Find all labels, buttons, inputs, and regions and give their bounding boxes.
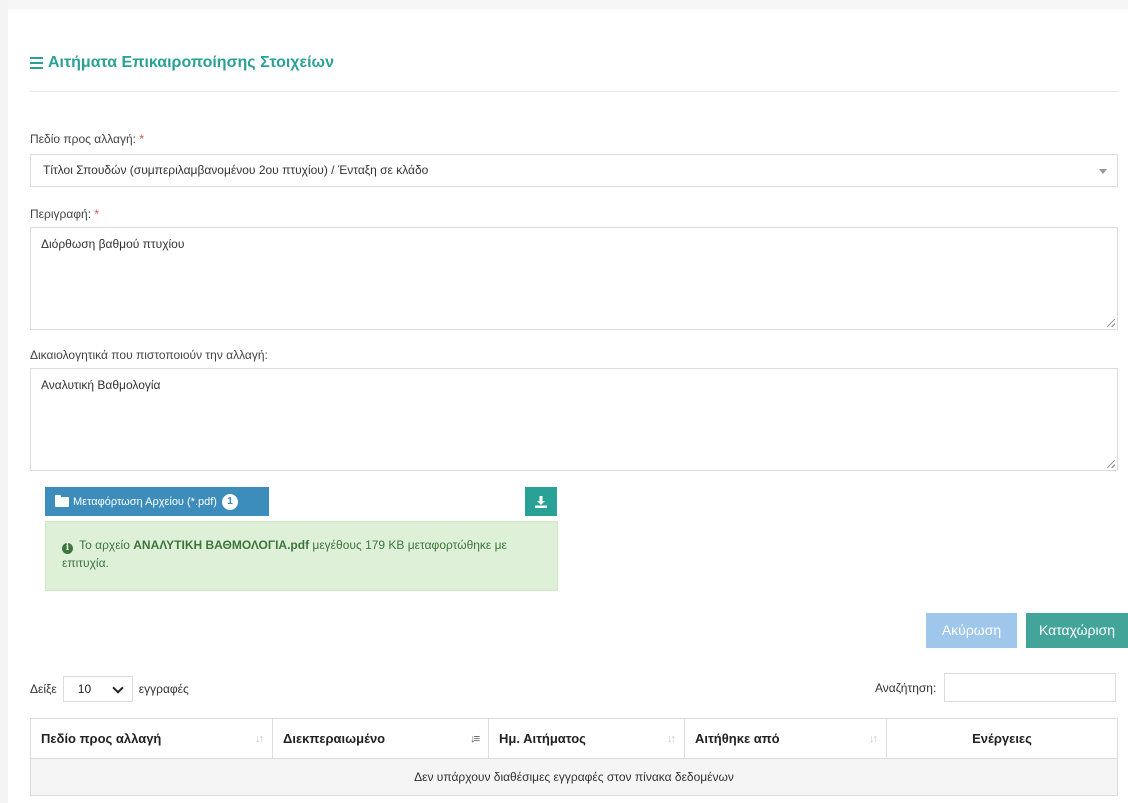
column-header-text: Αιτήθηκε από	[695, 731, 780, 746]
download-icon	[535, 495, 547, 508]
required-mark: *	[94, 207, 100, 221]
show-entries: Δείξε 10 εγγραφές	[30, 676, 189, 702]
field-select-value: Τίτλοι Σπουδών (συμπεριλαμβανομένου 2ου …	[43, 163, 429, 177]
upload-success-alert: i Το αρχείο ΑΝΑΛΥΤΙΚΗ ΒΑΘΜΟΛΟΓΙΑ.pdf μεγ…	[45, 521, 558, 591]
description-value: Διόρθωση βαθμού πτυχίου	[41, 237, 185, 251]
column-header-field[interactable]: Πεδίο προς αλλαγή ↓↑	[30, 718, 273, 759]
folder-open-icon	[55, 494, 69, 507]
column-header-text: Διεκπεραιωμένο	[283, 731, 386, 746]
column-header-completed[interactable]: Διεκπεραιωμένο ↓≡	[272, 718, 489, 759]
page-title: Αιτήματα Επικαιροποίησης Στοιχείων	[30, 54, 334, 72]
resize-handle-icon[interactable]	[1107, 319, 1115, 327]
left-edge	[0, 0, 8, 803]
page: Αιτήματα Επικαιροποίησης Στοιχείων Πεδίο…	[0, 0, 1128, 803]
column-header-text: Ημ. Αιτήματος	[499, 731, 586, 746]
caret-down-icon	[1099, 169, 1107, 174]
required-mark: *	[139, 132, 144, 146]
top-bar	[0, 0, 1128, 8]
sort-icon: ↓↑	[667, 733, 676, 745]
page-title-text: Αιτήματα Επικαιροποίησης Στοιχείων	[48, 54, 334, 71]
documents-value: Αναλυτική Βαθμολογία	[41, 378, 161, 392]
sort-desc-icon: ↓≡	[470, 733, 480, 745]
sort-icon: ↓↑	[869, 733, 878, 745]
column-header-date[interactable]: Ημ. Αιτήματος ↓↑	[488, 718, 685, 759]
description-textarea[interactable]: Διόρθωση βαθμού πτυχίου	[30, 227, 1118, 330]
field-label: Πεδίο προς αλλαγή: *	[30, 132, 144, 146]
page-length-select[interactable]: 10	[62, 676, 133, 702]
cancel-button[interactable]: Ακύρωση	[926, 613, 1017, 648]
upload-file-button[interactable]: Μεταφόρτωση Αρχείου (*.pdf) 1	[45, 487, 269, 516]
field-select[interactable]: Τίτλοι Σπουδών (συμπεριλαμβανομένου 2ου …	[30, 154, 1118, 187]
list-icon	[30, 57, 43, 69]
upload-count-badge: 1	[221, 493, 238, 510]
chevron-down-icon	[112, 682, 124, 694]
upload-button-label: Μεταφόρτωση Αρχείου (*.pdf)	[73, 495, 217, 508]
empty-table-message: Δεν υπάρχουν διαθέσιμες εγγραφές στον πί…	[30, 758, 1118, 796]
column-header-text: Ενέργειες	[972, 731, 1032, 746]
table-row: Δεν υπάρχουν διαθέσιμες εγγραφές στον πί…	[30, 758, 1118, 796]
documents-textarea[interactable]: Αναλυτική Βαθμολογία	[30, 368, 1118, 471]
documents-label: Δικαιολογητικά που πιστοποιούν την αλλαγ…	[30, 348, 268, 362]
requests-table: Πεδίο προς αλλαγή ↓↑ Διεκπεραιωμένο ↓≡ Η…	[30, 718, 1118, 796]
submit-button[interactable]: Καταχώριση	[1026, 613, 1128, 648]
documents-label-text: Δικαιολογητικά που πιστοποιούν την αλλαγ…	[30, 348, 268, 362]
show-label: Δείξε	[30, 682, 57, 696]
entries-label: εγγραφές	[138, 682, 189, 696]
field-label-text: Πεδίο προς αλλαγή:	[30, 132, 136, 146]
column-header-requested-by[interactable]: Αιτήθηκε από ↓↑	[684, 718, 887, 759]
description-label-text: Περιγραφή:	[30, 207, 92, 221]
alert-filename: ΑΝΑΛΥΤΙΚΗ ΒΑΘΜΟΛΟΓΙΑ.pdf	[133, 538, 310, 552]
search-input[interactable]	[944, 673, 1117, 702]
table-header-row: Πεδίο προς αλλαγή ↓↑ Διεκπεραιωμένο ↓≡ Η…	[30, 718, 1118, 759]
table-search: Αναζήτηση:	[875, 673, 1117, 702]
column-header-text: Πεδίο προς αλλαγή	[41, 731, 162, 746]
page-length-value: 10	[77, 682, 92, 696]
search-label: Αναζήτηση:	[875, 680, 937, 695]
alert-prefix: Το αρχείο	[79, 538, 130, 552]
title-divider	[30, 91, 1118, 92]
resize-handle-icon[interactable]	[1107, 460, 1115, 468]
download-button[interactable]	[525, 487, 557, 516]
info-icon: i	[62, 543, 73, 554]
column-header-actions: Ενέργειες	[886, 718, 1118, 759]
sort-icon: ↓↑	[255, 733, 264, 745]
description-label: Περιγραφή: *	[30, 207, 99, 221]
